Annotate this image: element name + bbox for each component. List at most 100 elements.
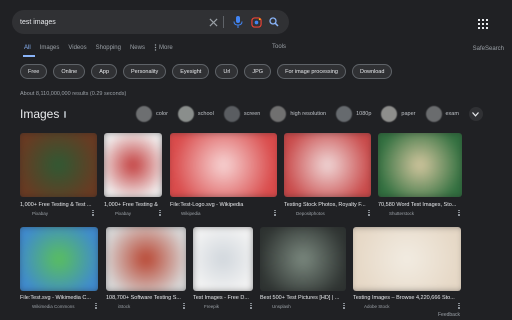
apps-grid-icon[interactable] bbox=[478, 16, 488, 29]
image-result-source[interactable]: Wikimedia Commons bbox=[32, 304, 75, 309]
more-options-icon[interactable] bbox=[342, 303, 346, 310]
more-options-icon[interactable] bbox=[91, 210, 95, 217]
filters-next-button[interactable] bbox=[468, 107, 483, 121]
image-result-title[interactable]: File:Test.svg - Wikimedia C... bbox=[20, 295, 92, 301]
tab-videos[interactable]: Videos bbox=[68, 45, 86, 51]
clear-icon[interactable] bbox=[206, 15, 220, 29]
filter-paper[interactable]: paper bbox=[381, 106, 416, 122]
filter-label: paper bbox=[401, 111, 416, 117]
result-stats: About 8,110,000,000 results (0.29 second… bbox=[20, 91, 127, 97]
image-result-source[interactable]: iStock bbox=[118, 304, 130, 309]
image-result-title[interactable]: 1,000+ Free Testing & Test ... bbox=[20, 202, 92, 208]
filter-label: 1080p bbox=[356, 111, 372, 117]
more-options-icon[interactable] bbox=[457, 303, 461, 310]
image-result-source[interactable]: Wikipedia bbox=[181, 211, 201, 216]
image-result-thumbnail[interactable] bbox=[260, 227, 346, 291]
image-result-source[interactable]: Adobe Stock bbox=[364, 304, 390, 309]
image-result-thumbnail[interactable] bbox=[20, 227, 98, 291]
refinement-chips: Free Online App Personality Eyesight Url… bbox=[20, 64, 398, 79]
image-result-thumbnail[interactable] bbox=[378, 133, 462, 197]
more-options-icon[interactable] bbox=[94, 303, 98, 310]
filter-thumbnail bbox=[177, 106, 194, 122]
more-options-icon[interactable] bbox=[182, 303, 186, 310]
image-preview bbox=[353, 227, 461, 291]
search-divider bbox=[223, 16, 224, 28]
image-result-thumbnail[interactable] bbox=[104, 133, 162, 197]
image-result-thumbnail[interactable] bbox=[353, 227, 461, 291]
filter-label: exam bbox=[445, 111, 459, 117]
tab-images[interactable]: Images bbox=[40, 45, 60, 51]
image-result-thumbnail[interactable] bbox=[20, 133, 97, 197]
filter-school[interactable]: school bbox=[177, 106, 214, 122]
image-preview bbox=[20, 227, 98, 291]
image-result-thumbnail[interactable] bbox=[170, 133, 277, 197]
image-result-source[interactable]: Depositphotos bbox=[296, 211, 325, 216]
image-result-title[interactable]: Test Images - Free D... bbox=[193, 295, 250, 301]
more-options-icon[interactable] bbox=[249, 303, 253, 310]
safesearch-link[interactable]: SafeSearch bbox=[473, 46, 504, 52]
image-result-title[interactable]: 108,700+ Software Testing S... bbox=[106, 295, 182, 301]
image-result-title[interactable]: Testing Stock Photos, Royalty F... bbox=[284, 202, 369, 208]
image-preview bbox=[106, 227, 186, 291]
image-result-source[interactable]: Unsplash bbox=[272, 304, 291, 309]
chip-url[interactable]: Url bbox=[215, 64, 239, 79]
active-tab-indicator bbox=[23, 55, 35, 57]
image-filter-chips: color school screen high resolution 1080… bbox=[136, 106, 483, 122]
chevron-down-icon bbox=[472, 111, 480, 117]
filter-exam[interactable]: exam bbox=[425, 106, 459, 122]
image-result-title[interactable]: 70,580 Word Test Images, Sto... bbox=[378, 202, 460, 208]
more-vert-icon bbox=[154, 44, 157, 51]
image-result-source[interactable]: Freepik bbox=[204, 304, 219, 309]
chip-app[interactable]: App bbox=[91, 64, 118, 79]
filter-color[interactable]: color bbox=[136, 106, 168, 122]
search-input[interactable]: test images bbox=[20, 19, 202, 26]
filter-thumbnail bbox=[136, 106, 152, 122]
search-tabs: All Images Videos Shopping News More bbox=[24, 44, 182, 51]
more-options-icon[interactable] bbox=[367, 210, 371, 217]
chip-free[interactable]: Free bbox=[20, 64, 48, 79]
more-options-icon[interactable] bbox=[273, 210, 277, 217]
image-result-thumbnail[interactable] bbox=[106, 227, 186, 291]
filter-label: screen bbox=[243, 111, 261, 117]
tools-button[interactable]: Tools bbox=[272, 44, 286, 50]
chip-online[interactable]: Online bbox=[53, 64, 86, 79]
image-result-source[interactable]: Pixabay bbox=[115, 211, 131, 216]
image-result-title[interactable]: Testing Images – Browse 4,220,666 Sto... bbox=[353, 295, 458, 301]
filter-label: school bbox=[197, 111, 214, 117]
more-options-icon[interactable] bbox=[158, 210, 162, 217]
image-result-title[interactable]: Best 500+ Test Pictures [HD] | ... bbox=[260, 295, 343, 301]
image-preview bbox=[170, 133, 277, 197]
filter-label: color bbox=[156, 111, 168, 117]
search-bar[interactable]: test images bbox=[12, 10, 289, 34]
image-result-source[interactable]: Pixabay bbox=[32, 211, 48, 216]
chip-eyesight[interactable]: Eyesight bbox=[172, 64, 210, 79]
images-info-icon[interactable] bbox=[64, 111, 66, 118]
image-result-title[interactable]: 1,000+ Free Testing & Test ... bbox=[104, 202, 158, 208]
filter-1080p[interactable]: 1080p bbox=[336, 106, 371, 122]
more-options-icon[interactable] bbox=[457, 210, 461, 217]
filter-thumbnail bbox=[336, 106, 353, 122]
image-preview bbox=[193, 227, 253, 291]
tab-news[interactable]: News bbox=[130, 45, 145, 51]
filter-screen[interactable]: screen bbox=[223, 106, 261, 122]
image-result-title[interactable]: File:Test-Logo.svg - Wikipedia bbox=[170, 202, 275, 208]
image-result-thumbnail[interactable] bbox=[193, 227, 253, 291]
search-icon[interactable] bbox=[267, 15, 281, 29]
filter-label: high resolution bbox=[290, 111, 327, 117]
image-preview bbox=[104, 133, 162, 197]
chip-jpg[interactable]: JPG bbox=[244, 64, 272, 79]
image-result-thumbnail[interactable] bbox=[284, 133, 371, 197]
filter-thumbnail bbox=[270, 106, 287, 122]
filter-high-resolution[interactable]: high resolution bbox=[270, 106, 326, 122]
image-result-source[interactable]: Shutterstock bbox=[389, 211, 414, 216]
tab-shopping[interactable]: Shopping bbox=[96, 45, 121, 51]
chip-personality[interactable]: Personality bbox=[123, 64, 167, 79]
feedback-link[interactable]: Feedback bbox=[438, 312, 460, 318]
lens-icon[interactable] bbox=[249, 15, 263, 29]
chip-for-image-processing[interactable]: For image processing bbox=[277, 64, 346, 79]
chip-download[interactable]: Download bbox=[351, 64, 393, 79]
microphone-icon[interactable] bbox=[231, 15, 245, 29]
tab-all[interactable]: All bbox=[24, 45, 31, 51]
image-preview bbox=[284, 133, 371, 197]
tab-more[interactable]: More bbox=[154, 44, 173, 51]
